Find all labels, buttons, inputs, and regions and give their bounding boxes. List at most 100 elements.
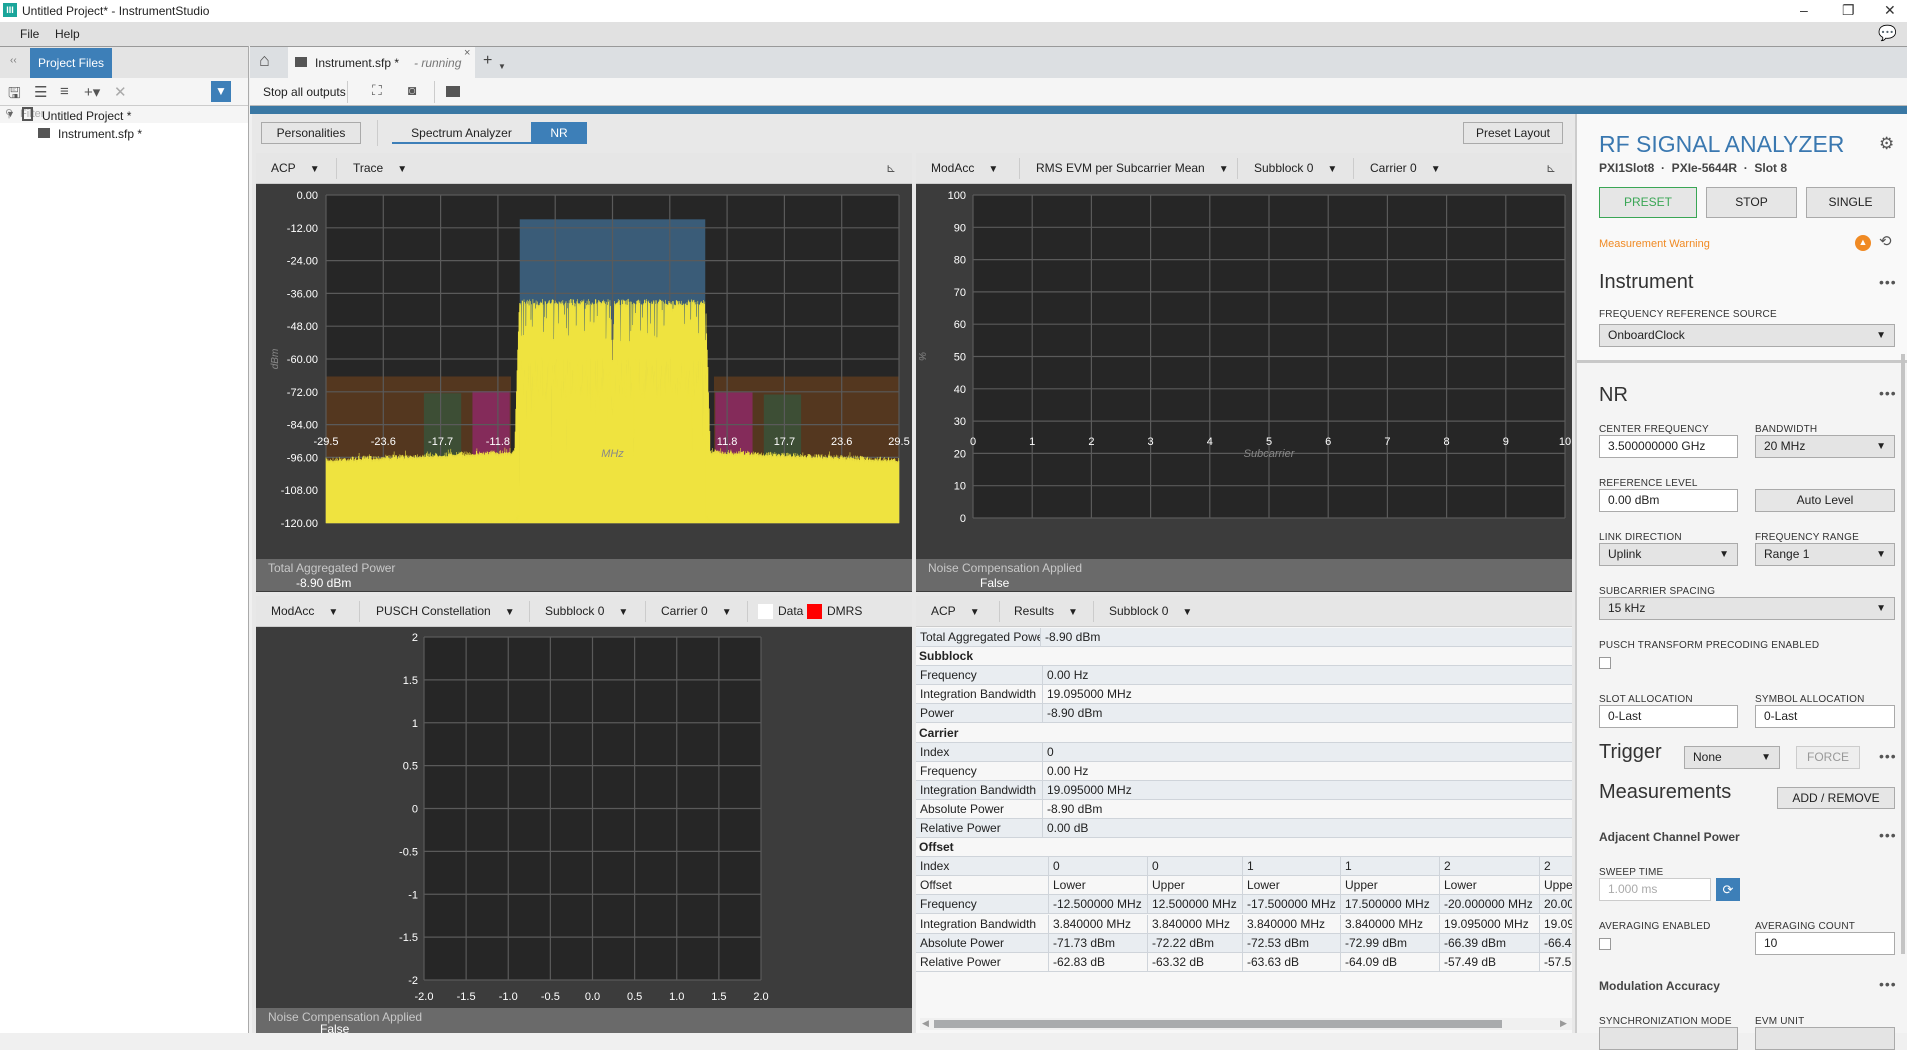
subblock-dropdown[interactable]: Subblock 0 ▼ [545,604,628,618]
main-toolbar: Stop all outputs ⛶ ◙ [250,78,1907,106]
table-row: Power -8.90 dBm [916,704,1572,724]
close-button[interactable]: ✕ [1884,2,1896,19]
nr-heading: NR [1599,384,1628,406]
add-icon[interactable]: +▾ [84,83,100,101]
view-dropdown[interactable]: PUSCH Constellation ▼ [376,604,515,618]
measurement-dropdown[interactable]: ModAcc ▼ [271,604,338,618]
view-dropdown[interactable]: Trace ▼ [353,161,407,175]
evm-unit-select[interactable] [1755,1027,1895,1050]
force-trigger-button[interactable]: FORCE [1796,746,1860,769]
pusch-transform-precoding-checkbox[interactable] [1599,657,1611,669]
project-icon [22,107,33,121]
axis-settings-icon[interactable]: ⊾ [1546,161,1556,175]
horizontal-scrollbar[interactable]: ◀ ▶ [920,1018,1572,1030]
bandwidth-select[interactable]: 20 MHz ▼ [1755,435,1895,458]
preset-button[interactable]: PRESET [1599,187,1697,218]
expand-all-icon[interactable]: ☰ [34,83,47,101]
spectrum-chart[interactable]: -29.5-23.6-17.7-11.8-5.905.911.817.723.6… [256,184,912,559]
menu-help[interactable]: Help [55,27,80,41]
filter-toggle-icon[interactable]: ▼ [211,81,231,102]
sweep-time-input[interactable]: 1.000 ms [1599,878,1711,901]
slot-allocation-input[interactable]: 0-Last [1599,705,1738,728]
subcarrier-spacing-select[interactable]: 15 kHz ▼ [1599,597,1895,620]
trigger-type-select[interactable]: None ▼ [1684,746,1780,769]
tab-project-files[interactable]: Project Files [30,48,112,79]
warning-icon[interactable]: ▲ [1855,235,1871,251]
home-icon[interactable]: ⌂ [259,50,270,71]
measurement-dropdown[interactable]: ModAcc ▼ [931,161,998,175]
more-icon[interactable]: ••• [1879,748,1897,764]
cell-value: 2 [1539,857,1572,876]
preset-layout-button[interactable]: Preset Layout [1463,122,1563,144]
gear-icon[interactable]: ⚙ [1879,134,1894,154]
center-frequency-input[interactable]: 3.500000000 GHz [1599,435,1738,458]
save-icon[interactable]: 🖫 [8,83,21,108]
symbol-allocation-input[interactable]: 0-Last [1755,705,1895,728]
tab-nr[interactable]: NR [531,122,587,144]
averaging-enabled-checkbox[interactable] [1599,938,1611,950]
divider [1019,158,1020,179]
scroll-left-icon[interactable]: ◀ [922,1018,929,1029]
expand-arrow-icon[interactable]: ▼ [6,109,15,119]
chevron-down-icon[interactable]: ▼ [498,62,506,71]
tab-spectrum-analyzer[interactable]: Spectrum Analyzer [392,122,531,144]
list-icon[interactable]: ≡ [60,83,69,100]
y-tick-label: 40 [954,384,966,396]
subblock-dropdown[interactable]: Subblock 0 ▼ [1254,161,1337,175]
history-icon[interactable]: ⟲ [1879,232,1892,250]
menu-file[interactable]: File [20,27,39,41]
y-tick-label: 0 [960,513,966,525]
subblock-dropdown[interactable]: Subblock 0 ▼ [1109,604,1192,618]
tab-instrument-sfp[interactable]: Instrument.sfp * - running × [288,47,475,78]
constellation-chart[interactable]: -2.0 -1.5 -1.0 -0.5 0.0 0.5 1.0 1.5 2.0 2 1.5 1 0.5 0… [256,627,912,1007]
freq-ref-select[interactable]: OnboardClock ▼ [1599,324,1895,347]
legend-swatch-dmrs [807,604,822,619]
close-tab-button[interactable]: × [464,47,470,59]
measurement-dropdown[interactable]: ACP ▼ [931,604,980,618]
measurement-warning[interactable]: Measurement Warning [1599,238,1710,250]
feedback-icon[interactable]: 💬 [1878,24,1897,42]
carrier-dropdown[interactable]: Carrier 0 ▼ [661,604,732,618]
stop-button[interactable]: STOP [1706,187,1797,218]
restore-button[interactable]: ❐ [1842,2,1855,19]
minimize-button[interactable]: – [1800,2,1808,18]
capture-data-icon[interactable]: ⛶ [372,82,382,99]
y-tick-label: 60 [954,319,966,331]
measurement-dropdown[interactable]: ACP ▼ [271,161,320,175]
add-tab-button[interactable]: + [483,52,492,70]
add-remove-button[interactable]: ADD / REMOVE [1777,787,1895,809]
scroll-right-icon[interactable]: ▶ [1560,1018,1567,1029]
stop-all-outputs-button[interactable]: Stop all outputs [263,85,346,99]
more-icon[interactable]: ••• [1879,976,1897,992]
evm-chart[interactable]: 0 1 2 3 4 5 6 7 8 9 101009080706050403020100Subcar… [916,184,1572,559]
scrollbar-thumb[interactable] [934,1020,1502,1028]
auto-sweep-icon[interactable]: ⟳ [1716,878,1740,901]
carrier-dropdown[interactable]: Carrier 0 ▼ [1370,161,1441,175]
frequency-range-select[interactable]: Range 1 ▼ [1755,543,1895,566]
more-icon[interactable]: ••• [1879,274,1897,290]
x-axis-label: Subcarrier [1244,448,1296,460]
delete-icon[interactable]: ✕ [114,83,127,101]
sync-mode-select[interactable] [1599,1027,1738,1050]
x-tick-label: 4 [1207,436,1213,448]
auto-level-button[interactable]: Auto Level [1755,489,1895,512]
reference-level-input[interactable]: 0.00 dBm [1599,489,1738,512]
instrument-settings-panel: RF SIGNAL ANALYZER ⚙ PXI1Slot8 · PXIe-56… [1575,114,1907,1050]
collapse-panel-button[interactable]: ‹‹ [10,55,17,66]
view-dropdown[interactable]: RMS EVM per Subcarrier Mean ▼ [1036,161,1229,175]
more-icon[interactable]: ••• [1879,385,1897,401]
screenshot-icon[interactable]: ◙ [408,82,416,98]
link-direction-select[interactable]: Uplink ▼ [1599,543,1738,566]
more-icon[interactable]: ••• [1879,827,1897,843]
y-tick-label: 20 [954,448,966,460]
layout-icon[interactable] [446,86,460,97]
cell-value: -8.90 dBm [1042,704,1572,723]
single-button[interactable]: SINGLE [1806,187,1895,218]
personalities-button[interactable]: Personalities [261,122,361,144]
view-dropdown[interactable]: Results ▼ [1014,604,1078,618]
vertical-scrollbar[interactable] [1901,354,1905,954]
divider [747,601,748,622]
axis-settings-icon[interactable]: ⊾ [886,161,896,175]
averaging-count-input[interactable]: 10 [1755,932,1895,955]
table-row: Integration Bandwidth 19.095000 MHz [916,685,1572,705]
